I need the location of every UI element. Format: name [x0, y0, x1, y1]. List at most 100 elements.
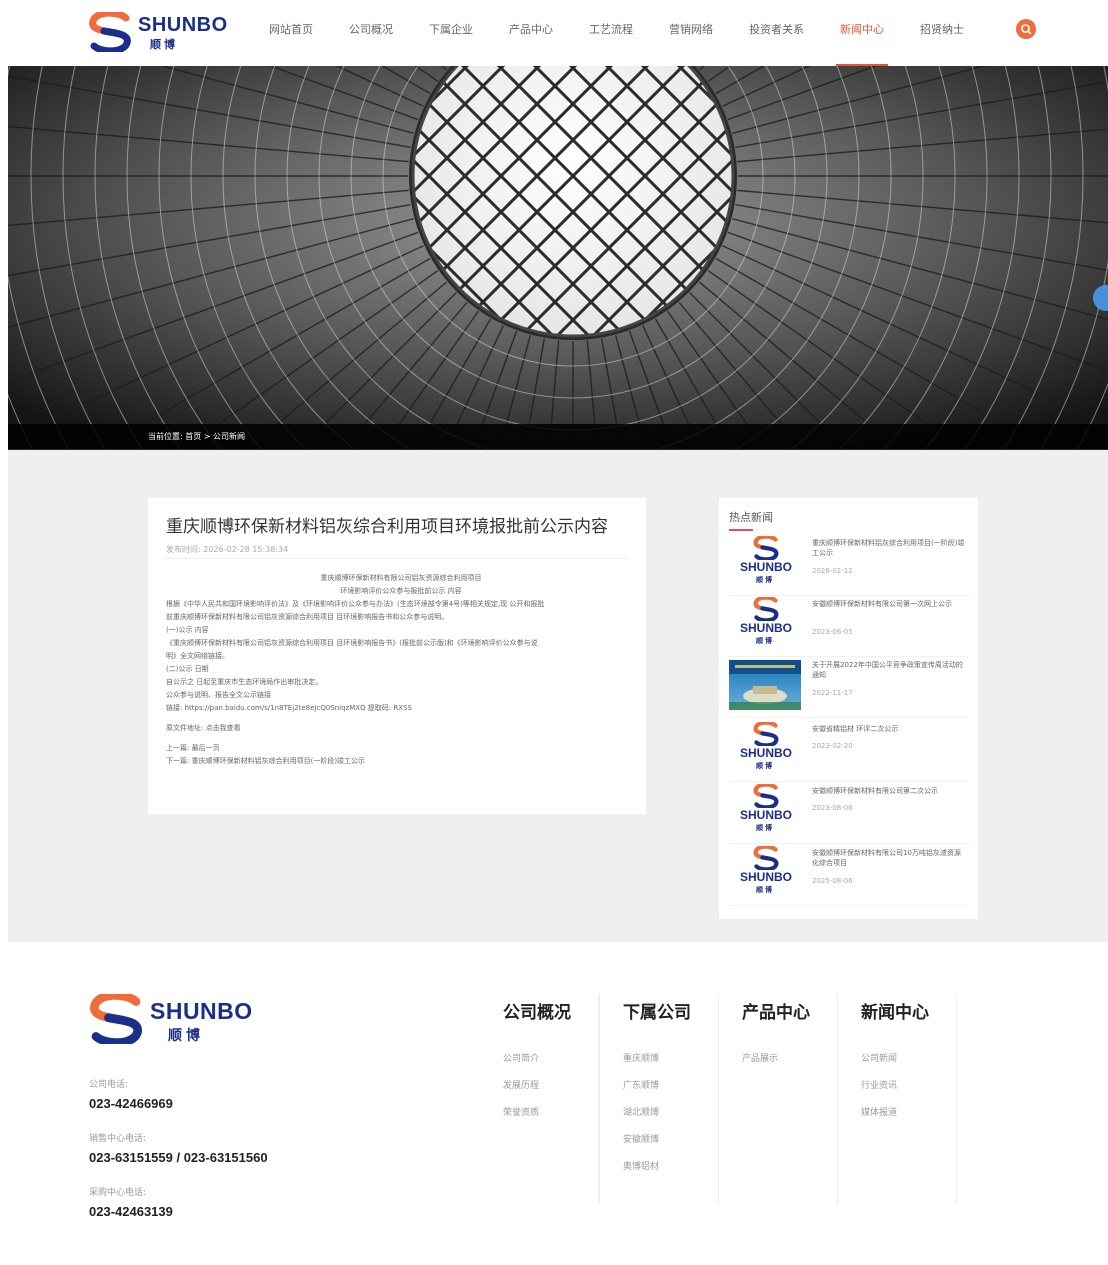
- prev-article-link[interactable]: 上一篇: 最后一页: [166, 742, 636, 755]
- news-headline[interactable]: 安徽顺博环保新材料有限公司10万吨铝灰渣资源化综合项目: [812, 848, 967, 868]
- footer-link[interactable]: 广东顺博: [623, 1078, 659, 1091]
- news-headline[interactable]: 关于开展2022年中国公平竞争政策宣传周活动的通知: [812, 660, 967, 680]
- news-headline[interactable]: 安徽省精铝材 环评二次公示: [812, 724, 967, 734]
- news-headline[interactable]: 安徽顺博环保新材料有限公司第二次公示: [812, 786, 967, 796]
- body-line: 环境影响评价公众参与报批前公示 内容: [340, 587, 462, 595]
- breadcrumb[interactable]: 当前位置: 首页 > 公司新闻: [148, 431, 245, 442]
- nav-careers[interactable]: 招贤纳士: [906, 0, 978, 66]
- footer-column-title[interactable]: 新闻中心: [861, 998, 929, 1023]
- company-phone: 023-42466969: [89, 1096, 173, 1111]
- thumb-wordmark: SHUNBO: [739, 621, 792, 635]
- footer-link[interactable]: 奥博铝材: [623, 1159, 659, 1172]
- footer-link[interactable]: 公司新闻: [861, 1051, 897, 1064]
- body-line: (一)公示 内容: [166, 626, 209, 634]
- thumb-chinese: 顺博: [756, 824, 774, 832]
- shunbo-logo-mark-icon: [753, 846, 779, 870]
- shunbo-logo-mark-icon: [753, 722, 779, 746]
- footer-column-title[interactable]: 下属公司: [623, 998, 691, 1023]
- footer-link[interactable]: 行业资讯: [861, 1078, 897, 1091]
- nav-sales-network[interactable]: 营销网络: [655, 0, 727, 66]
- nav-home[interactable]: 网站首页: [255, 0, 327, 66]
- logo-chinese: 顺博: [150, 38, 178, 51]
- nav-news-center[interactable]: 新闻中心: [826, 0, 898, 66]
- hot-news-item[interactable]: SHUNBO 顺博 安徽顺博环保新材料有限公司第二次公示 2023-08-06: [729, 784, 969, 844]
- hot-news-item[interactable]: SHUNBO 顺博 安徽顺博环保新材料有限公司第一次网上公示 2023-06-0…: [729, 597, 969, 657]
- site-header: SHUNBO 顺博 网站首页 公司概况 下属企业 产品中心 工艺流程 营销网络 …: [0, 0, 1108, 66]
- news-date: 2026-02-12: [812, 567, 853, 575]
- shunbo-logo-mark-icon: [753, 536, 779, 560]
- hot-news-item[interactable]: SHUNBO 顺博 重庆顺博环保新材料铝灰综合利用项目(一阶段)竣工公示 202…: [729, 536, 969, 596]
- news-headline[interactable]: 安徽顺博环保新材料有限公司第一次网上公示: [812, 599, 967, 609]
- hot-news-item[interactable]: SHUNBO 顺博 安徽顺博环保新材料有限公司10万吨铝灰渣资源化综合项目 20…: [729, 846, 969, 906]
- sales-phone-label: 销售中心电话:: [89, 1134, 147, 1144]
- news-date: 2023-02-20: [812, 742, 853, 750]
- footer-column-products: 产品中心 产品展示: [742, 994, 838, 1204]
- shunbo-logo-mark-icon: [753, 784, 779, 808]
- footer-logo-chinese: 顺博: [168, 1028, 204, 1044]
- news-thumbnail[interactable]: SHUNBO 顺博: [729, 597, 801, 649]
- body-line: 明》全文网络链接。: [166, 652, 229, 660]
- footer-link[interactable]: 发展历程: [503, 1078, 539, 1091]
- footer-column-news: 新闻中心 公司新闻 行业资讯 媒体报道: [861, 994, 957, 1204]
- nav-investor-relations[interactable]: 投资者关系: [735, 0, 818, 66]
- footer-column-company: 公司概况 公司简介 发展历程 荣誉资质: [503, 994, 599, 1204]
- title-underline: [729, 529, 753, 531]
- sales-phone: 023-63151559 / 023-63151560: [89, 1150, 268, 1165]
- thumb-chinese: 顺博: [756, 886, 774, 894]
- body-line: 自公示之 日起至重庆市生态环境局作出审批决定。: [166, 678, 323, 686]
- hot-news-panel: 热点新闻 SHUNBO 顺博 重庆顺博环保新材料铝灰综合利用项目(一阶段)竣工公…: [719, 498, 978, 919]
- hot-news-item[interactable]: 关于开展2022年中国公平竞争政策宣传周活动的通知 2022-11-17: [729, 658, 969, 718]
- body-line: 前重庆顺博环保新材料有限公司铝灰资源综合利用项目 目环境影响报告书和公众参与说明…: [166, 613, 449, 621]
- body-line: (二)公示 日期: [166, 665, 209, 673]
- nav-process[interactable]: 工艺流程: [575, 0, 647, 66]
- article-date: 发布时间: 2026-02-28 15:38:34: [166, 545, 289, 554]
- body-line: 重庆顺博环保新材料有限公司铝灰资源综合利用项目: [320, 574, 482, 582]
- shunbo-logo-mark-icon: [90, 994, 142, 1044]
- logo-wordmark: SHUNBO: [138, 14, 228, 36]
- skylight-architecture-graphic: [8, 66, 1108, 449]
- news-thumbnail[interactable]: SHUNBO 顺博: [729, 846, 801, 898]
- news-thumbnail[interactable]: SHUNBO 顺博: [729, 722, 801, 774]
- footer-logo[interactable]: SHUNBO 顺博: [88, 994, 263, 1044]
- footer-link[interactable]: 产品展示: [742, 1051, 778, 1064]
- next-article-link[interactable]: 下一篇: 重庆顺博环保新材料铝灰综合利用项目(一阶段)竣工公示: [166, 755, 636, 768]
- news-article: 重庆顺博环保新材料铝灰综合利用项目环境报批前公示内容 发布时间: 2026-02…: [148, 498, 646, 814]
- news-date: 2023-06-05: [812, 628, 853, 636]
- body-line: 根据《中华人民共和国环境影响评价法》及《环境影响评价公众参与办法》(生态环境部令…: [166, 600, 545, 608]
- footer-column-title[interactable]: 公司概况: [503, 998, 571, 1023]
- news-thumbnail[interactable]: SHUNBO 顺博: [729, 536, 801, 588]
- news-date: 2022-11-17: [812, 689, 853, 697]
- news-date: 2025-08-06: [812, 877, 853, 885]
- thumb-chinese: 顺博: [756, 637, 774, 645]
- footer-link[interactable]: 荣誉资质: [503, 1105, 539, 1118]
- thumb-wordmark: SHUNBO: [739, 808, 792, 822]
- body-line: 《重庆顺博环保新材料有限公司铝灰资源综合利用项目 目环境影响报告书》(报批前公示…: [166, 639, 538, 647]
- footer-link[interactable]: 公司简介: [503, 1051, 539, 1064]
- footer-link[interactable]: 重庆顺博: [623, 1051, 659, 1064]
- footer-column-title[interactable]: 产品中心: [742, 998, 810, 1023]
- footer-link[interactable]: 湖北顺博: [623, 1105, 659, 1118]
- nav-company-overview[interactable]: 公司概况: [335, 0, 407, 66]
- search-button[interactable]: [1016, 19, 1036, 39]
- divider: [599, 994, 600, 1204]
- nav-subsidiaries[interactable]: 下属企业: [415, 0, 487, 66]
- news-photo-thumbnail[interactable]: [729, 660, 801, 710]
- article-title: 重庆顺博环保新材料铝灰综合利用项目环境报批前公示内容: [166, 517, 608, 537]
- hot-news-item[interactable]: SHUNBO 顺博 安徽省精铝材 环评二次公示 2023-02-20: [729, 722, 969, 782]
- shunbo-logo[interactable]: SHUNBO 顺博: [88, 12, 233, 52]
- nav-products[interactable]: 产品中心: [495, 0, 567, 66]
- footer-column-subsidiaries: 下属公司 重庆顺博 广东顺博 湖北顺博 安徽顺博 奥博铝材: [623, 994, 719, 1204]
- download-link[interactable]: 链接: https://pan.baidu.com/s/1n8TEj2te8eJ…: [166, 702, 636, 715]
- search-icon: [1021, 24, 1032, 35]
- divider: [162, 558, 628, 559]
- thumb-chinese: 顺博: [756, 762, 774, 770]
- thumb-chinese: 顺博: [756, 576, 774, 584]
- event-banner-image: [729, 660, 801, 710]
- footer-link[interactable]: 安徽顺博: [623, 1132, 659, 1145]
- news-headline[interactable]: 重庆顺博环保新材料铝灰综合利用项目(一阶段)竣工公示: [812, 538, 967, 558]
- original-file-link[interactable]: 原文件地址: 点击我查看: [166, 722, 636, 735]
- news-thumbnail[interactable]: SHUNBO 顺博: [729, 784, 801, 836]
- footer-link[interactable]: 媒体报道: [861, 1105, 897, 1118]
- breadcrumb-bar: 当前位置: 首页 > 公司新闻: [8, 424, 1108, 450]
